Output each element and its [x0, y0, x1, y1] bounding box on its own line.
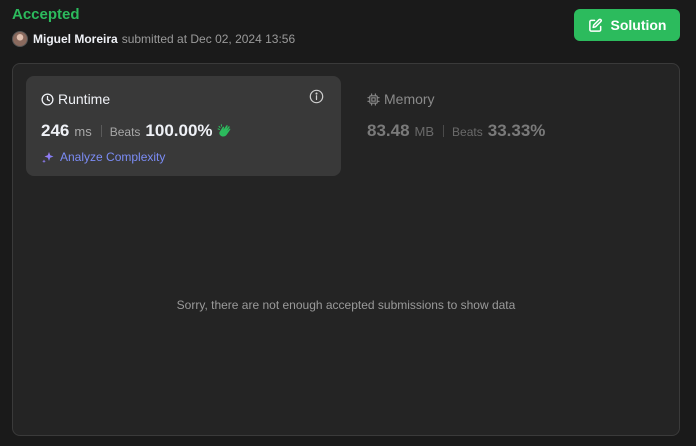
memory-value: 83.48: [367, 121, 410, 140]
submission-result-page: Accepted Miguel Moreira submitted at Dec…: [0, 0, 696, 446]
info-icon[interactable]: [309, 89, 324, 104]
memory-beats-value: 33.33%: [487, 121, 546, 140]
runtime-value: 246: [41, 121, 70, 140]
runtime-unit: ms: [74, 124, 92, 139]
memory-stats: 83.48 MB Beats 33.33%: [367, 121, 545, 141]
runtime-card[interactable]: Runtime 246 ms Beats 100.00% Analyze Com…: [26, 76, 341, 176]
stats-panel: Runtime 246 ms Beats 100.00% Analyze Com…: [12, 63, 680, 436]
edit-icon: [588, 18, 603, 33]
clap-icon: [216, 123, 233, 140]
memory-beats-label: Beats: [452, 125, 483, 139]
sparkle-icon: [41, 150, 55, 164]
memory-title-label: Memory: [384, 91, 435, 107]
chip-icon: [367, 92, 380, 106]
solution-button-label: Solution: [610, 17, 667, 33]
divider: [100, 125, 102, 137]
avatar[interactable]: [12, 31, 28, 47]
user-name-link[interactable]: Miguel Moreira: [33, 32, 118, 46]
runtime-title-label: Runtime: [58, 91, 111, 107]
analyze-complexity-label: Analyze Complexity: [60, 150, 166, 164]
divider: [443, 125, 445, 137]
solution-button[interactable]: Solution: [574, 9, 680, 41]
memory-unit: MB: [414, 124, 435, 139]
distribution-empty-message: Sorry, there are not enough accepted sub…: [176, 298, 516, 312]
runtime-beats-label: Beats: [109, 125, 141, 139]
submission-status: Accepted: [12, 6, 80, 23]
clock-icon: [41, 92, 54, 106]
memory-title: Memory: [367, 91, 435, 107]
runtime-title: Runtime: [41, 91, 110, 107]
runtime-stats: 246 ms Beats 100.00%: [41, 121, 233, 141]
submitted-timestamp: submitted at Dec 02, 2024 13:56: [121, 32, 296, 46]
analyze-complexity-link[interactable]: Analyze Complexity: [41, 150, 165, 164]
runtime-beats-value: 100.00%: [145, 121, 213, 140]
submitter-line: Miguel Moreira submitted at Dec 02, 2024…: [12, 31, 295, 47]
memory-card[interactable]: Memory 83.48 MB Beats 33.33%: [367, 76, 667, 176]
